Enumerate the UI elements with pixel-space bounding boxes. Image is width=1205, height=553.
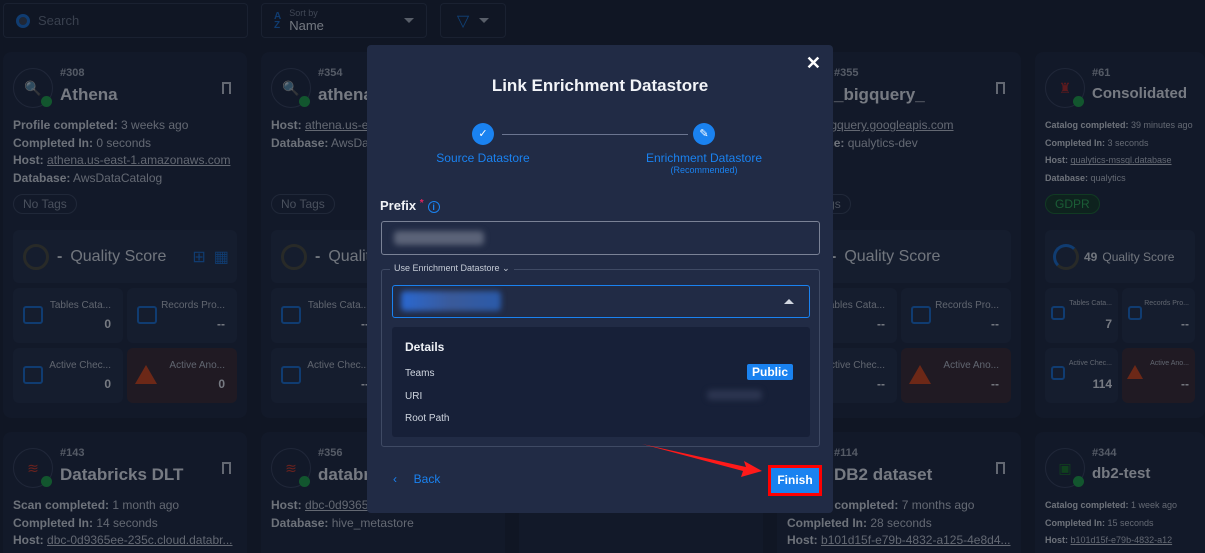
chevron-down-icon: ⌄	[502, 263, 510, 273]
modal-title: Link Enrichment Datastore	[491, 76, 709, 95]
prefix-label-text: Prefix	[380, 198, 417, 213]
caret-up-icon	[784, 299, 794, 304]
step-enrichment-sublabel: (Recommended)	[670, 165, 738, 175]
step-done-check-icon: ✓	[472, 123, 494, 145]
close-icon[interactable]: ✕	[806, 53, 821, 74]
enrichment-datastore-select[interactable]	[392, 285, 810, 318]
use-enrichment-toggle[interactable]: Use Enrichment Datastore ⌄	[390, 263, 514, 274]
details-panel: Details Teams Public URI Root Path	[392, 327, 810, 437]
prefix-input[interactable]	[381, 221, 820, 255]
info-icon[interactable]: i	[427, 201, 440, 213]
teams-label: Teams	[405, 368, 435, 379]
teams-badge: Public	[746, 364, 793, 380]
chevron-left-icon: ‹	[393, 472, 397, 486]
step-current-pencil-icon: ✎	[693, 123, 715, 145]
link-enrichment-modal: ✕ Link Enrichment Datastore ✓ ✎ Source D…	[367, 45, 833, 513]
step-enrichment-label: Enrichment Datastore	[645, 151, 763, 165]
required-mark: *	[419, 198, 424, 209]
details-title: Details	[405, 340, 445, 354]
root-path-label: Root Path	[405, 413, 450, 424]
stepper-connector	[502, 134, 688, 135]
back-label: Back	[413, 472, 441, 486]
prefix-label: Prefix * i	[380, 198, 440, 213]
step-source-label: Source Datastore	[436, 151, 530, 165]
back-button[interactable]: ‹ Back	[393, 472, 440, 486]
uri-label: URI	[405, 391, 423, 402]
fieldset-label: Use Enrichment Datastore	[394, 263, 500, 273]
enrichment-fieldset: Use Enrichment Datastore ⌄ Details Teams…	[381, 263, 820, 447]
finish-button[interactable]: Finish	[768, 465, 822, 496]
